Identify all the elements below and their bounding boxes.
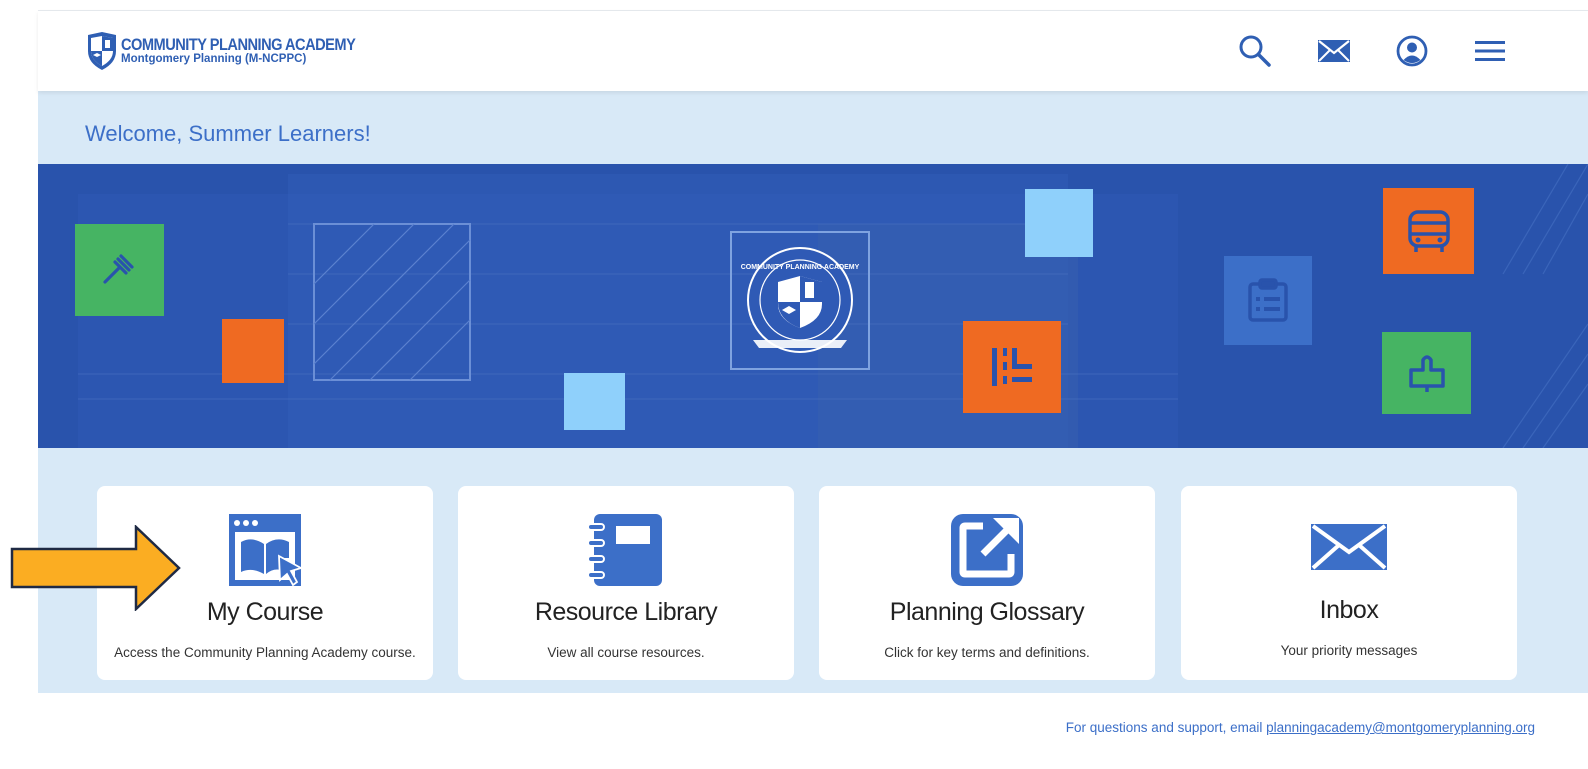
gavel-icon [75,224,164,316]
card-description: View all course resources. [547,645,705,660]
card-title: Planning Glossary [889,598,1085,626]
clipboard-icon [1224,256,1312,345]
logo[interactable]: COMMUNITY PLANNING ACADEMY Montgomery Pl… [86,31,393,71]
notebook-icon [588,514,662,586]
card-description: Your priority messages [1280,643,1418,658]
mail-icon[interactable] [1316,33,1352,69]
orange-square-decoration [222,319,284,383]
envelope-icon [1311,524,1387,570]
card-title: Resource Library [534,598,718,626]
welcome-heading: Welcome, Summer Learners! [85,121,371,146]
bell-icon [1382,332,1471,414]
logo-subtitle: Montgomery Planning (M-NCPPC) [121,53,307,66]
external-link-icon [951,514,1023,586]
road-icon [963,321,1061,413]
svg-text:COMMUNITY PLANNING ACADEMY: COMMUNITY PLANNING ACADEMY [741,264,860,271]
support-email-link[interactable]: planningacademy@montgomeryplanning.org [1266,720,1535,735]
page-frame: COMMUNITY PLANNING ACADEMY Montgomery Pl… [38,10,1588,769]
course-icon [229,514,303,587]
card-description: Access the Community Planning Academy co… [114,645,416,660]
logo-title: COMMUNITY PLANNING ACADEMY [121,35,356,55]
header: COMMUNITY PLANNING ACADEMY Montgomery Pl… [38,11,1588,91]
account-icon[interactable] [1394,33,1430,69]
hero-banner: COMMUNITY PLANNING ACADEMY [38,164,1588,448]
lightblue-square-decoration-2 [1025,189,1093,257]
card-resource-library[interactable]: Resource Library View all course resourc… [458,486,794,680]
lightblue-square-decoration [564,373,625,430]
support-footer: For questions and support, email plannin… [1066,720,1535,735]
bus-icon [1383,188,1474,274]
card-title: Inbox [1319,596,1379,624]
shield-logo-icon [88,32,116,70]
pointer-arrow-icon [10,525,181,611]
content-band: Welcome, Summer Learners! COMMUNITY PLAN… [38,91,1588,693]
footer-text: For questions and support, email [1065,720,1267,735]
search-icon[interactable] [1237,33,1273,69]
building-background: COMMUNITY PLANNING ACADEMY [78,164,1588,448]
card-description: Click for key terms and definitions. [884,645,1090,660]
card-planning-glossary[interactable]: Planning Glossary Click for key terms an… [819,486,1155,680]
menu-icon[interactable] [1472,33,1508,69]
card-inbox[interactable]: Inbox Your priority messages [1181,486,1517,680]
